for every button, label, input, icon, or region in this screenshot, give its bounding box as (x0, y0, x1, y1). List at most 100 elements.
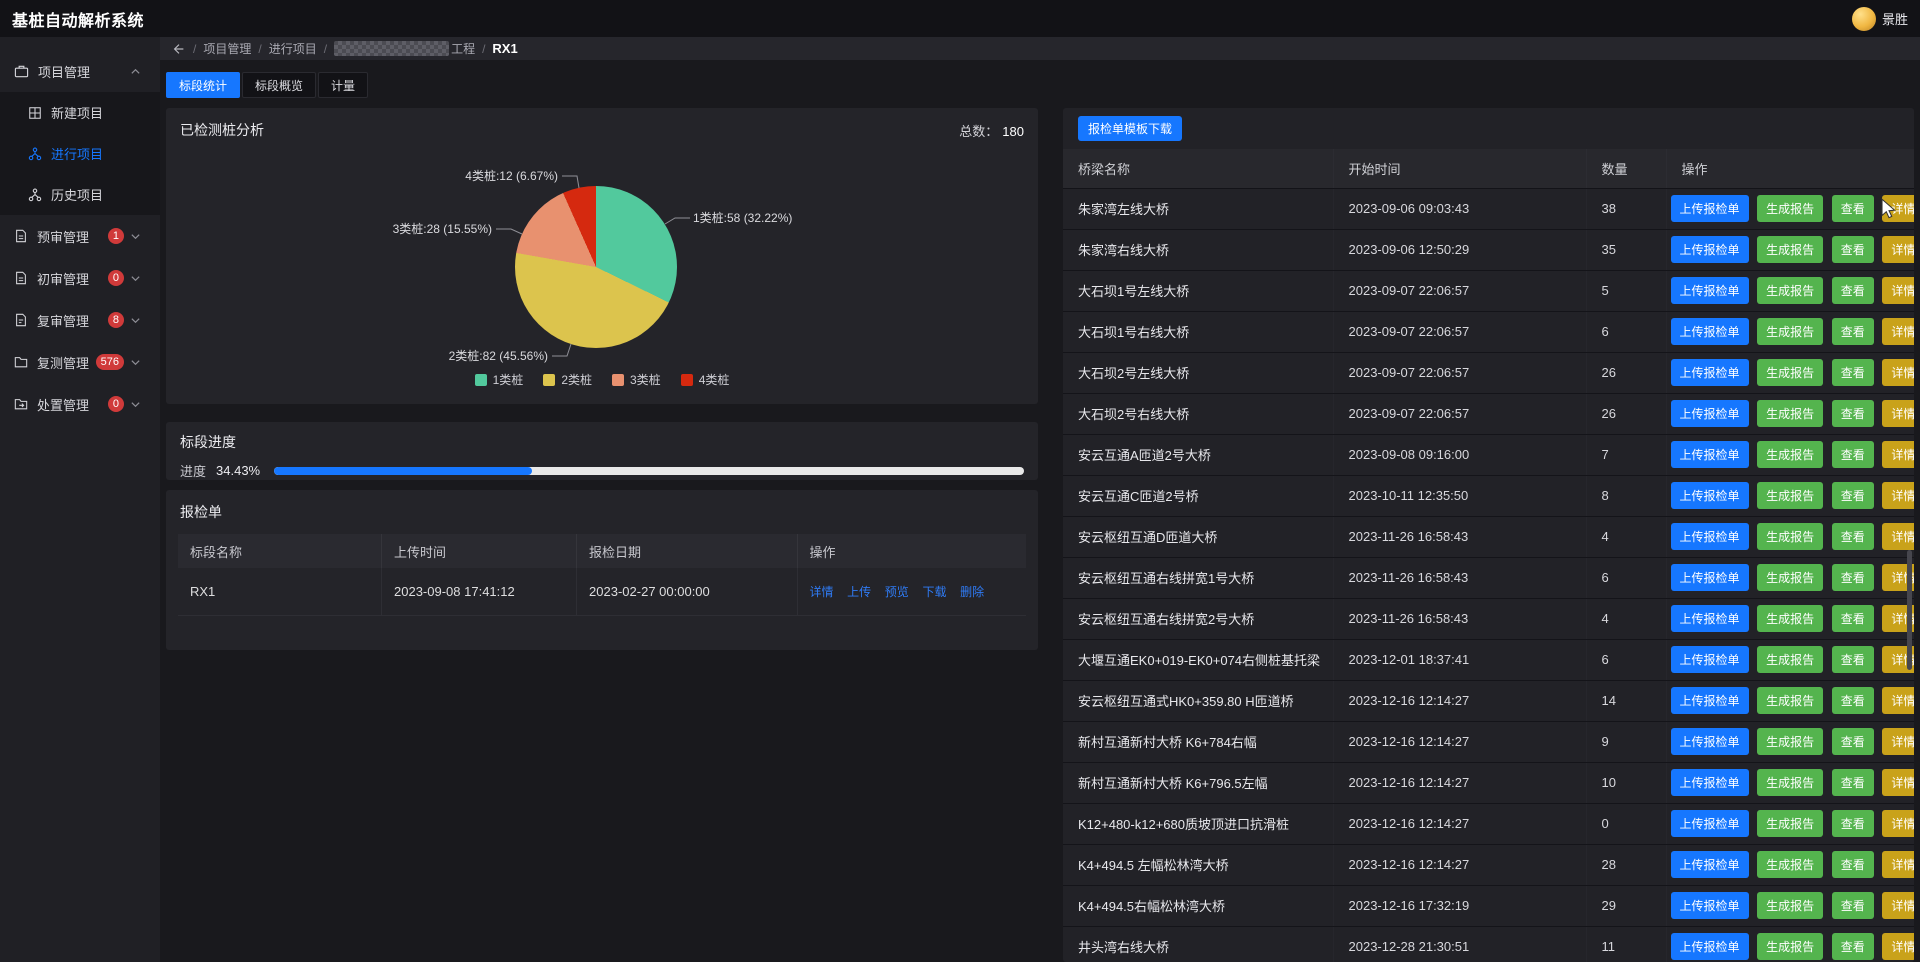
generate-report-button[interactable]: 生成报告 (1757, 646, 1823, 673)
view-button[interactable]: 查看 (1832, 687, 1874, 714)
upload-inspection-button[interactable]: 上传报检单 (1671, 277, 1749, 304)
upload-inspection-button[interactable]: 上传报检单 (1671, 851, 1749, 878)
detail-button[interactable]: 详情 (1882, 687, 1914, 714)
delete-link[interactable]: 删除 (960, 585, 984, 599)
upload-inspection-button[interactable]: 上传报检单 (1671, 646, 1749, 673)
view-button[interactable]: 查看 (1832, 195, 1874, 222)
view-button[interactable]: 查看 (1832, 605, 1874, 632)
upload-inspection-button[interactable]: 上传报检单 (1671, 359, 1749, 386)
generate-report-button[interactable]: 生成报告 (1757, 564, 1823, 591)
detail-button[interactable]: 详情 (1882, 933, 1914, 960)
sidebar-item-disposal-management[interactable]: 处置管理 0 (0, 383, 160, 425)
upload-inspection-button[interactable]: 上传报检单 (1671, 687, 1749, 714)
generate-report-button[interactable]: 生成报告 (1757, 236, 1823, 263)
upload-inspection-button[interactable]: 上传报检单 (1671, 318, 1749, 345)
generate-report-button[interactable]: 生成报告 (1757, 318, 1823, 345)
generate-report-button[interactable]: 生成报告 (1757, 441, 1823, 468)
user-avatar[interactable] (1852, 7, 1876, 31)
generate-report-button[interactable]: 生成报告 (1757, 277, 1823, 304)
view-button[interactable]: 查看 (1832, 933, 1874, 960)
sidebar-item-new-project[interactable]: 新建项目 (0, 92, 160, 133)
upload-inspection-button[interactable]: 上传报检单 (1671, 892, 1749, 919)
upload-inspection-button[interactable]: 上传报检单 (1671, 400, 1749, 427)
breadcrumb-ongoing-projects[interactable]: 进行项目 (269, 40, 317, 57)
download-link[interactable]: 下载 (922, 585, 946, 599)
detail-button[interactable]: 详情 (1882, 769, 1914, 796)
scrollbar-thumb[interactable] (1907, 550, 1912, 670)
generate-report-button[interactable]: 生成报告 (1757, 769, 1823, 796)
upload-inspection-button[interactable]: 上传报检单 (1671, 564, 1749, 591)
upload-inspection-button[interactable]: 上传报检单 (1671, 482, 1749, 509)
view-button[interactable]: 查看 (1832, 523, 1874, 550)
upload-inspection-button[interactable]: 上传报检单 (1671, 195, 1749, 222)
generate-report-button[interactable]: 生成报告 (1757, 933, 1823, 960)
sidebar-item-history-project[interactable]: 历史项目 (0, 174, 160, 215)
generate-report-button[interactable]: 生成报告 (1757, 851, 1823, 878)
detail-button[interactable]: 详情 (1882, 277, 1914, 304)
sidebar-item-retest-management[interactable]: 复测管理 576 (0, 341, 160, 383)
detail-button[interactable]: 详情 (1882, 195, 1914, 222)
detail-button[interactable]: 详情 (1882, 441, 1914, 468)
view-button[interactable]: 查看 (1832, 441, 1874, 468)
generate-report-button[interactable]: 生成报告 (1757, 810, 1823, 837)
sidebar-item-project-management[interactable]: 项目管理 (0, 50, 160, 92)
sidebar-item-ongoing-project[interactable]: 进行项目 (0, 133, 160, 174)
detail-button[interactable]: 详情 (1882, 728, 1914, 755)
upload-inspection-button[interactable]: 上传报检单 (1671, 933, 1749, 960)
detail-button[interactable]: 详情 (1882, 523, 1914, 550)
view-button[interactable]: 查看 (1832, 769, 1874, 796)
upload-inspection-button[interactable]: 上传报检单 (1671, 441, 1749, 468)
view-button[interactable]: 查看 (1832, 646, 1874, 673)
sidebar-item-first-audit-management[interactable]: 初审管理 0 (0, 257, 160, 299)
tab-measurement[interactable]: 计量 (318, 72, 368, 98)
legend-item[interactable]: 2类桩 (543, 371, 592, 388)
upload-inspection-button[interactable]: 上传报检单 (1671, 236, 1749, 263)
view-button[interactable]: 查看 (1832, 482, 1874, 509)
generate-report-button[interactable]: 生成报告 (1757, 605, 1823, 632)
view-button[interactable]: 查看 (1832, 564, 1874, 591)
upload-inspection-button[interactable]: 上传报检单 (1671, 728, 1749, 755)
generate-report-button[interactable]: 生成报告 (1757, 687, 1823, 714)
detail-button[interactable]: 详情 (1882, 482, 1914, 509)
upload-inspection-button[interactable]: 上传报检单 (1671, 769, 1749, 796)
detail-button[interactable]: 详情 (1882, 359, 1914, 386)
sidebar-item-review-management[interactable]: 复审管理 8 (0, 299, 160, 341)
sidebar-item-preaudit-management[interactable]: 预审管理 1 (0, 215, 160, 257)
detail-button[interactable]: 详情 (1882, 236, 1914, 263)
pie-chart[interactable] (515, 186, 677, 348)
preview-link[interactable]: 预览 (885, 585, 909, 599)
user-area[interactable]: 景胜 (1852, 7, 1908, 31)
generate-report-button[interactable]: 生成报告 (1757, 892, 1823, 919)
view-button[interactable]: 查看 (1832, 728, 1874, 755)
view-button[interactable]: 查看 (1832, 892, 1874, 919)
view-button[interactable]: 查看 (1832, 277, 1874, 304)
generate-report-button[interactable]: 生成报告 (1757, 523, 1823, 550)
detail-link[interactable]: 详情 (810, 585, 834, 599)
view-button[interactable]: 查看 (1832, 359, 1874, 386)
view-button[interactable]: 查看 (1832, 851, 1874, 878)
detail-button[interactable]: 详情 (1882, 318, 1914, 345)
detail-button[interactable]: 详情 (1882, 400, 1914, 427)
view-button[interactable]: 查看 (1832, 318, 1874, 345)
view-button[interactable]: 查看 (1832, 810, 1874, 837)
breadcrumb-project-management[interactable]: 项目管理 (203, 40, 251, 57)
view-button[interactable]: 查看 (1832, 236, 1874, 263)
generate-report-button[interactable]: 生成报告 (1757, 482, 1823, 509)
back-icon[interactable] (172, 42, 186, 56)
upload-link[interactable]: 上传 (847, 585, 871, 599)
generate-report-button[interactable]: 生成报告 (1757, 195, 1823, 222)
upload-inspection-button[interactable]: 上传报检单 (1671, 605, 1749, 632)
generate-report-button[interactable]: 生成报告 (1757, 359, 1823, 386)
generate-report-button[interactable]: 生成报告 (1757, 728, 1823, 755)
legend-item[interactable]: 4类桩 (681, 371, 730, 388)
detail-button[interactable]: 详情 (1882, 810, 1914, 837)
legend-item[interactable]: 1类桩 (475, 371, 524, 388)
view-button[interactable]: 查看 (1832, 400, 1874, 427)
tab-section-statistics[interactable]: 标段统计 (166, 72, 240, 98)
generate-report-button[interactable]: 生成报告 (1757, 400, 1823, 427)
detail-button[interactable]: 详情 (1882, 851, 1914, 878)
upload-inspection-button[interactable]: 上传报检单 (1671, 523, 1749, 550)
detail-button[interactable]: 详情 (1882, 892, 1914, 919)
legend-item[interactable]: 3类桩 (612, 371, 661, 388)
upload-inspection-button[interactable]: 上传报检单 (1671, 810, 1749, 837)
